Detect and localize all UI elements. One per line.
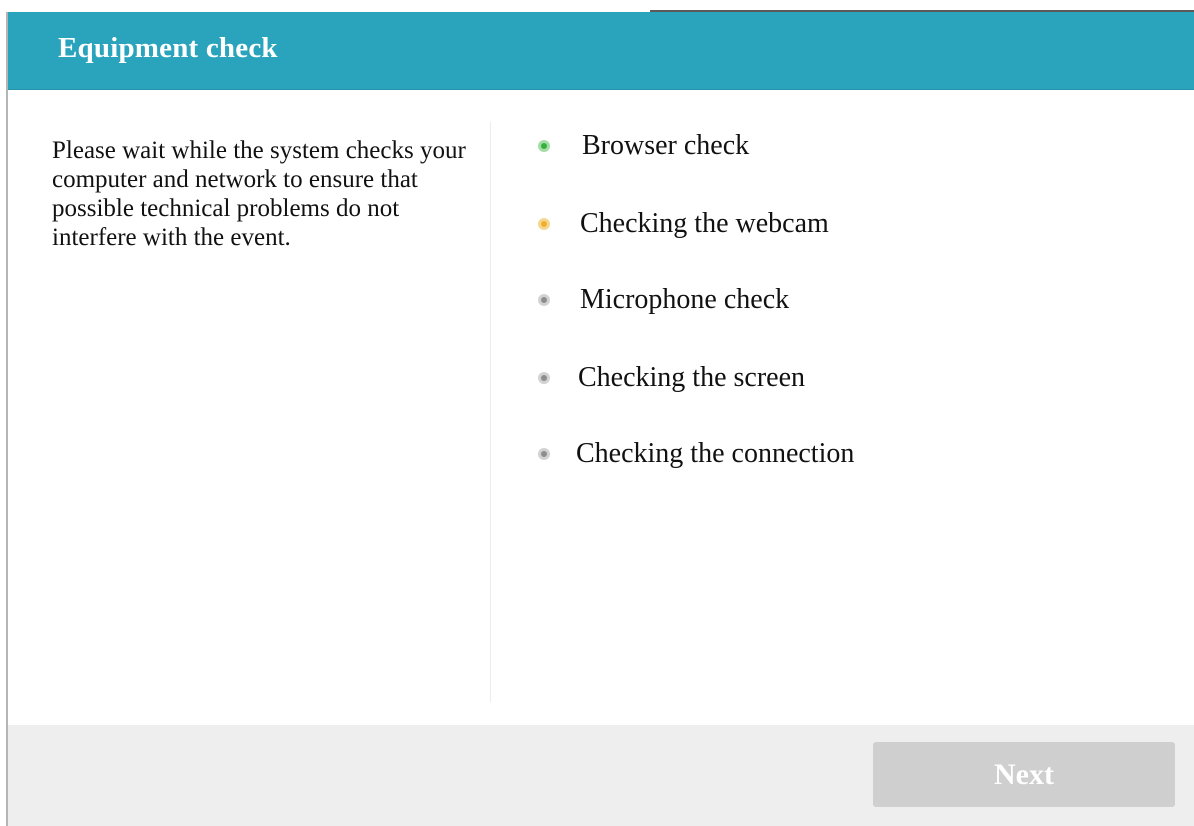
check-item-browser: Browser check [538,128,749,164]
check-item-screen: Checking the screen [538,360,805,396]
status-passed-icon [538,140,550,152]
status-pending-icon [538,372,550,384]
next-button[interactable]: Next [873,742,1175,807]
app-window: Equipment check Please wait while the sy… [0,0,1194,826]
check-item-connection: Checking the connection [538,436,854,472]
check-label: Microphone check [580,284,790,315]
status-in-progress-icon [538,218,550,230]
dialog-header: Equipment check [8,12,1194,90]
status-pending-icon [538,448,550,460]
status-pending-icon [538,294,550,306]
equipment-check-dialog: Equipment check Please wait while the sy… [8,12,1194,826]
check-label: Checking the webcam [580,208,829,239]
check-label: Checking the screen [578,362,806,393]
window-top-edge [0,0,1194,12]
dialog-footer: Next [8,725,1194,826]
check-label: Browser check [582,130,750,161]
check-item-microphone: Microphone check [538,282,789,318]
check-item-webcam: Checking the webcam [538,206,829,242]
dialog-description: Please wait while the system checks your… [52,137,466,251]
check-label: Checking the connection [576,438,855,469]
dialog-title: Equipment check [58,32,278,64]
pane-divider [490,122,491,702]
